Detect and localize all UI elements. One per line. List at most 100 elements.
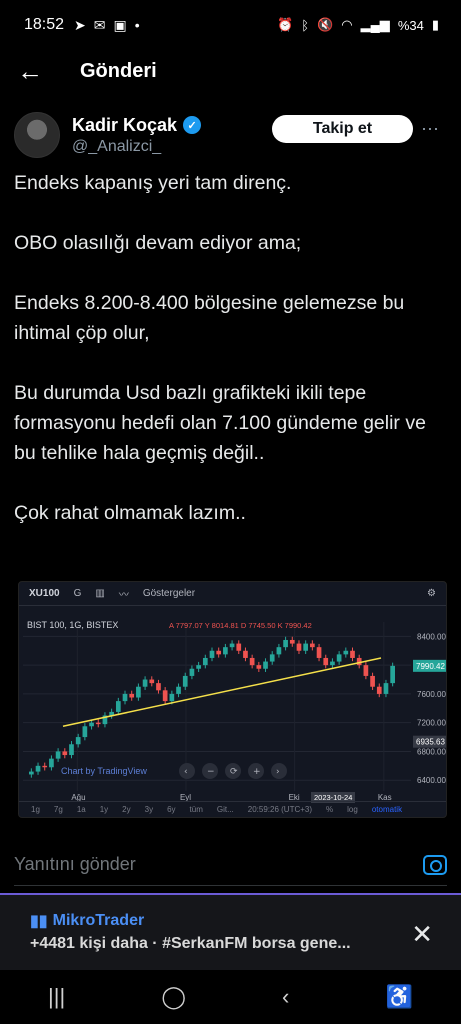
candle-body (189, 668, 195, 676)
status-bar: 18:52 ➤ ✉ ▣ • ⏰ ᛒ 🔇 ◠ ▂▄▆ %34 ▮ (0, 0, 461, 50)
trend-line (62, 657, 382, 728)
candle-body (223, 647, 228, 655)
candle-body (236, 643, 242, 651)
chart-range-option: 1a (76, 805, 86, 814)
candle-body (370, 675, 375, 687)
chart-ohlc: A 7797.07 Y 8014.81 D 7745.50 K 7990.42 (169, 621, 312, 630)
y-tick-label: 7200.00 (417, 719, 446, 728)
chart-range-option: % (326, 805, 334, 814)
chart-footer: 1g 7g 1a 1y 2y 3y 6y tüm Git... 20:59:26 (UTC+3)%… (19, 801, 446, 817)
candle-body (69, 744, 74, 756)
back-icon[interactable]: ‹ (282, 984, 289, 1010)
banner-title: ▮▮ MikroTrader (30, 911, 144, 931)
candle-body (182, 675, 188, 687)
candle-body (209, 650, 215, 658)
tweet-paragraph: Çok rahat olmamak lazım.. (14, 502, 246, 524)
top-bar: ← Gönderi (0, 50, 461, 92)
send-icon: ➤ (74, 16, 86, 33)
chart-image[interactable]: XU100 G ▥ 〰 Göstergeler ⚙ 6400.00 6800.00… (18, 581, 447, 818)
candle-body (202, 657, 208, 666)
tweet-author: Kadir Koçak ✓ @_Analizci_ Takip et ⋯ (14, 110, 447, 160)
chart-gear-icon: ⚙ (427, 588, 436, 599)
candle-body (42, 765, 48, 768)
candle-body (376, 686, 382, 694)
reply-bar: Yanıtını gönder (14, 844, 447, 886)
candle-body (35, 765, 41, 772)
author-name-row[interactable]: Kadir Koçak ✓ (72, 114, 202, 136)
battery-icon: ▮ (431, 17, 439, 32)
chart-range-option: Git... (216, 805, 234, 814)
more-options-icon[interactable]: ⋯ (413, 119, 447, 140)
recent-apps-icon[interactable]: ||| (48, 984, 65, 1010)
candle-body (350, 650, 355, 658)
candle-body (95, 722, 101, 725)
battery-label: %34 (397, 17, 424, 33)
home-icon[interactable]: ◯ (161, 984, 186, 1010)
back-arrow-icon[interactable]: ← (0, 50, 60, 92)
mute-icon: 🔇 (317, 17, 334, 32)
verified-badge-icon: ✓ (183, 116, 202, 134)
clock: 18:52 (24, 16, 65, 33)
candle-body (89, 722, 94, 727)
tweet-paragraph: Endeks kapanış yeri tam direnç. (14, 172, 292, 194)
system-icons: ⏰ ᛒ 🔇 ◠ ▂▄▆ %34 ▮ (277, 17, 439, 33)
notification-icons: ➤ ✉ ▣ • (74, 17, 140, 34)
wifi-icon: ◠ (341, 17, 353, 32)
candle-body (156, 683, 161, 691)
candle-body (149, 679, 155, 684)
chart-range-option: 3y (144, 805, 154, 814)
candle-body (129, 693, 135, 698)
tweet-paragraph: Bu durumda Usd bazlı grafikteki ikili te… (14, 382, 426, 464)
candle-body (323, 657, 329, 666)
candle-body (169, 693, 175, 702)
candle-body (49, 758, 54, 768)
alarm-icon: ⏰ (277, 17, 294, 32)
candle-body (142, 679, 148, 687)
dot-icon: • (134, 17, 140, 33)
chart-symbol: XU100 (29, 588, 60, 599)
chart-control-glyph: › (276, 767, 280, 777)
reply-input[interactable]: Yanıtını gönder (14, 854, 136, 875)
close-icon[interactable]: ✕ (411, 919, 433, 950)
candle-body (276, 647, 282, 655)
chart-body: 6400.006800.007200.007600.008000.008400.… (19, 606, 446, 803)
trending-banner[interactable]: ▮▮ MikroTrader +4481 kişi daha · #Serkan… (0, 893, 461, 970)
chart-control-glyph: + (253, 767, 261, 777)
avatar[interactable] (14, 112, 60, 158)
follow-button[interactable]: Takip et (272, 115, 413, 143)
chart-range-option: 6y (167, 805, 176, 814)
candle-body (229, 643, 235, 648)
candle-body (303, 643, 309, 651)
chart-range-option: log (347, 805, 358, 814)
candle-body (115, 701, 121, 712)
price-chart: 6400.006800.007200.007600.008000.008400.… (23, 620, 446, 803)
page-title: Gönderi (80, 59, 157, 82)
candle-body (136, 686, 141, 698)
candle-body (55, 751, 61, 759)
system-nav-bar: ||| ◯ ‹ ♿ (0, 970, 461, 1024)
y-tick-label: 6800.00 (417, 747, 446, 756)
candle-body (29, 771, 34, 775)
candle-body (336, 654, 342, 662)
marked-price-label: 6935.63 (416, 738, 445, 747)
chart-interval: G (73, 588, 82, 599)
accessibility-icon[interactable]: ♿ (385, 984, 412, 1010)
chart-range-option: otomatik (371, 805, 403, 814)
candle-body (82, 726, 88, 738)
candle-body (330, 661, 335, 666)
camera-icon[interactable] (423, 854, 447, 875)
candle-body (263, 661, 268, 669)
signal-icon: ▂▄▆ (360, 17, 390, 32)
y-tick-label: 8400.00 (417, 632, 446, 641)
candle-body (296, 643, 302, 651)
candle-body (249, 657, 255, 666)
chart-range-option: 20:59:26 (UTC+3) (247, 805, 313, 814)
banner-subtitle: +4481 kişi daha · #SerkanFM borsa gene..… (30, 935, 351, 952)
candle-body (363, 665, 369, 676)
indicator-icon: 〰 (118, 590, 129, 601)
author-name: Kadir Koçak (72, 114, 178, 135)
y-tick-label: 7600.00 (417, 690, 446, 699)
candle-body (256, 665, 262, 669)
chart-indicators: Göstergeler (142, 588, 196, 599)
candle-body (176, 686, 181, 694)
